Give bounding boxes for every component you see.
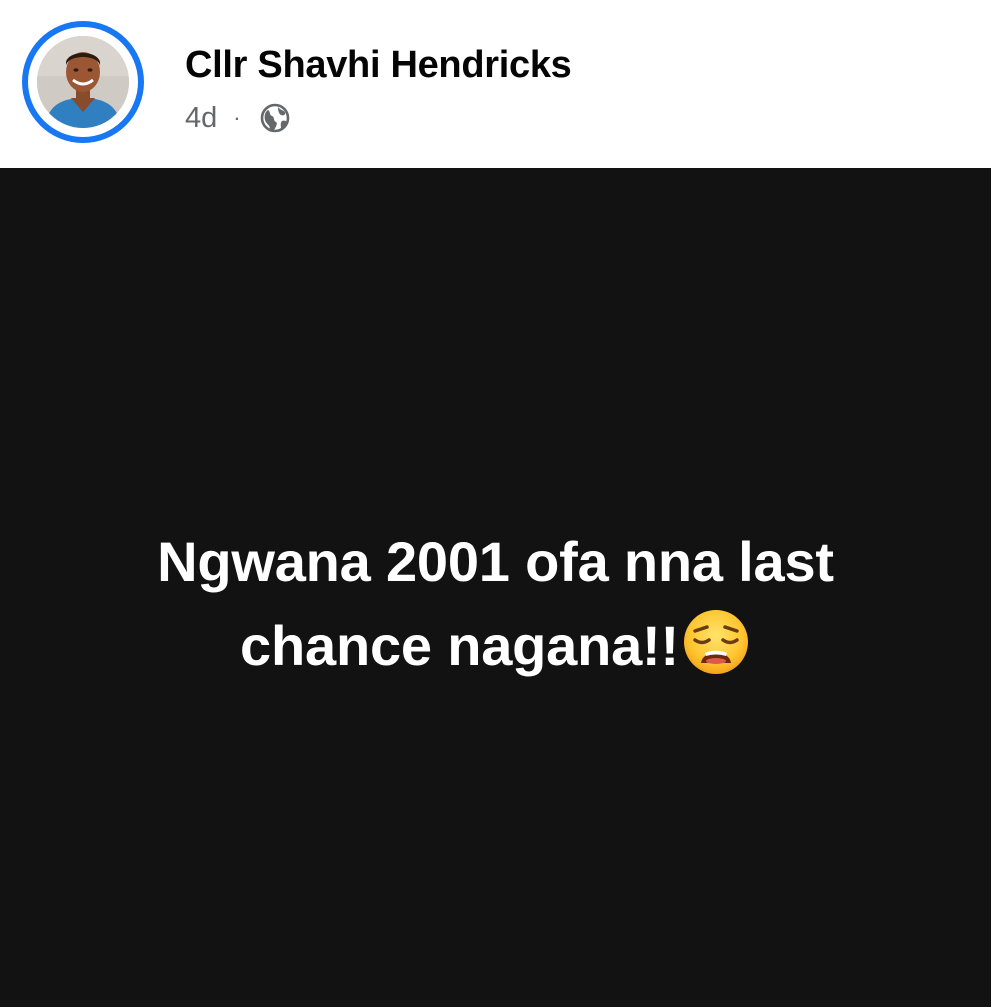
globe-icon[interactable]	[259, 102, 291, 134]
post-text-line: chance nagana!!	[240, 614, 679, 677]
author-name[interactable]: Cllr Shavhi Hendricks	[185, 44, 572, 87]
facebook-post: Cllr Shavhi Hendricks 4d · Ngwana 2001 o…	[0, 0, 1002, 1007]
card-edge	[991, 168, 1002, 1007]
weary-face-emoji-icon	[681, 607, 751, 677]
avatar[interactable]	[37, 36, 129, 128]
post-text-line: Ngwana 2001 ofa nna last	[157, 530, 834, 593]
post-text: Ngwana 2001 ofa nna last chance nagana!!	[0, 520, 991, 688]
post-meta: 4d ·	[185, 100, 291, 136]
profile-photo	[37, 36, 129, 128]
post-timestamp[interactable]: 4d	[185, 102, 217, 135]
text-post-card[interactable]: Ngwana 2001 ofa nna last chance nagana!!	[0, 168, 991, 1007]
avatar-story-ring[interactable]	[22, 21, 144, 143]
post-header: Cllr Shavhi Hendricks 4d ·	[0, 0, 1002, 168]
meta-separator: ·	[233, 105, 241, 130]
post-text-line-2: chance nagana!!	[0, 604, 991, 688]
